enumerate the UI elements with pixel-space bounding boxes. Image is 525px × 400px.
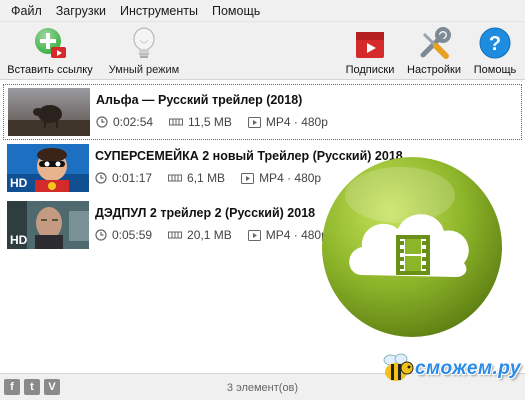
subscriptions-icon	[352, 26, 388, 62]
file-size: 11,5 MB	[169, 115, 232, 129]
hd-badge: HD	[10, 176, 28, 190]
duration: 0:01:17	[95, 171, 152, 185]
settings-button[interactable]: Настройки	[404, 26, 464, 76]
lightbulb-icon	[126, 26, 162, 62]
video-icon	[247, 229, 261, 241]
menu-downloads[interactable]: Загрузки	[49, 0, 113, 22]
settings-label: Настройки	[407, 64, 461, 76]
clock-icon	[96, 116, 108, 128]
video-title: Альфа — Русский трейлер (2018)	[96, 93, 303, 107]
size-icon	[169, 118, 184, 126]
video-format: MP4 · 480p	[247, 115, 328, 129]
subscriptions-label: Подписки	[345, 64, 395, 76]
file-size: 6,1 MB	[168, 171, 225, 185]
subscriptions-button[interactable]: Подписки	[340, 26, 400, 76]
app-logo-cloud-film-icon	[320, 155, 505, 340]
help-label: Помощь	[473, 64, 517, 76]
menu-tools[interactable]: Инструменты	[113, 0, 205, 22]
video-thumbnail: HD	[7, 201, 89, 249]
watermark-text: сможем.ру	[414, 358, 521, 379]
menu-bar: Файл Загрузки Инструменты Помощь	[0, 0, 525, 22]
menu-file[interactable]: Файл	[4, 0, 49, 22]
size-icon	[168, 174, 183, 182]
watermark: сможем.ру	[379, 352, 521, 386]
smart-mode-label: Умный режим	[108, 64, 180, 76]
bee-icon	[383, 353, 414, 381]
video-icon	[247, 116, 261, 128]
video-icon	[241, 172, 255, 184]
toolbar: Вставить ссылку Умный режим Подписки Нас…	[0, 22, 525, 80]
duration: 0:02:54	[96, 115, 153, 129]
help-icon: ?	[477, 26, 513, 62]
video-thumbnail: HD	[7, 144, 89, 192]
clock-icon	[95, 229, 107, 241]
video-format: MP4 · 480p	[241, 171, 321, 185]
paste-link-icon	[32, 26, 68, 62]
hd-badge: HD	[10, 233, 28, 247]
paste-link-button[interactable]: Вставить ссылку	[6, 26, 94, 76]
wrench-screwdriver-icon	[416, 26, 452, 62]
file-size: 20,1 MB	[168, 228, 232, 242]
paste-link-label: Вставить ссылку	[7, 64, 93, 76]
video-title: ДЭДПУЛ 2 трейлер 2 (Русский) 2018	[95, 206, 316, 220]
video-format: MP4 · 480p	[247, 228, 328, 242]
menu-help[interactable]: Помощь	[205, 0, 267, 22]
list-item[interactable]: Альфа — Русский трейлер (2018) 0:02:54 1…	[3, 84, 522, 140]
help-button[interactable]: ? Помощь	[469, 26, 521, 76]
clock-icon	[95, 172, 107, 184]
video-thumbnail	[8, 88, 90, 136]
size-icon	[168, 231, 183, 239]
svg-text:?: ?	[489, 33, 501, 55]
duration: 0:05:59	[95, 228, 152, 242]
smart-mode-button[interactable]: Умный режим	[104, 26, 184, 76]
